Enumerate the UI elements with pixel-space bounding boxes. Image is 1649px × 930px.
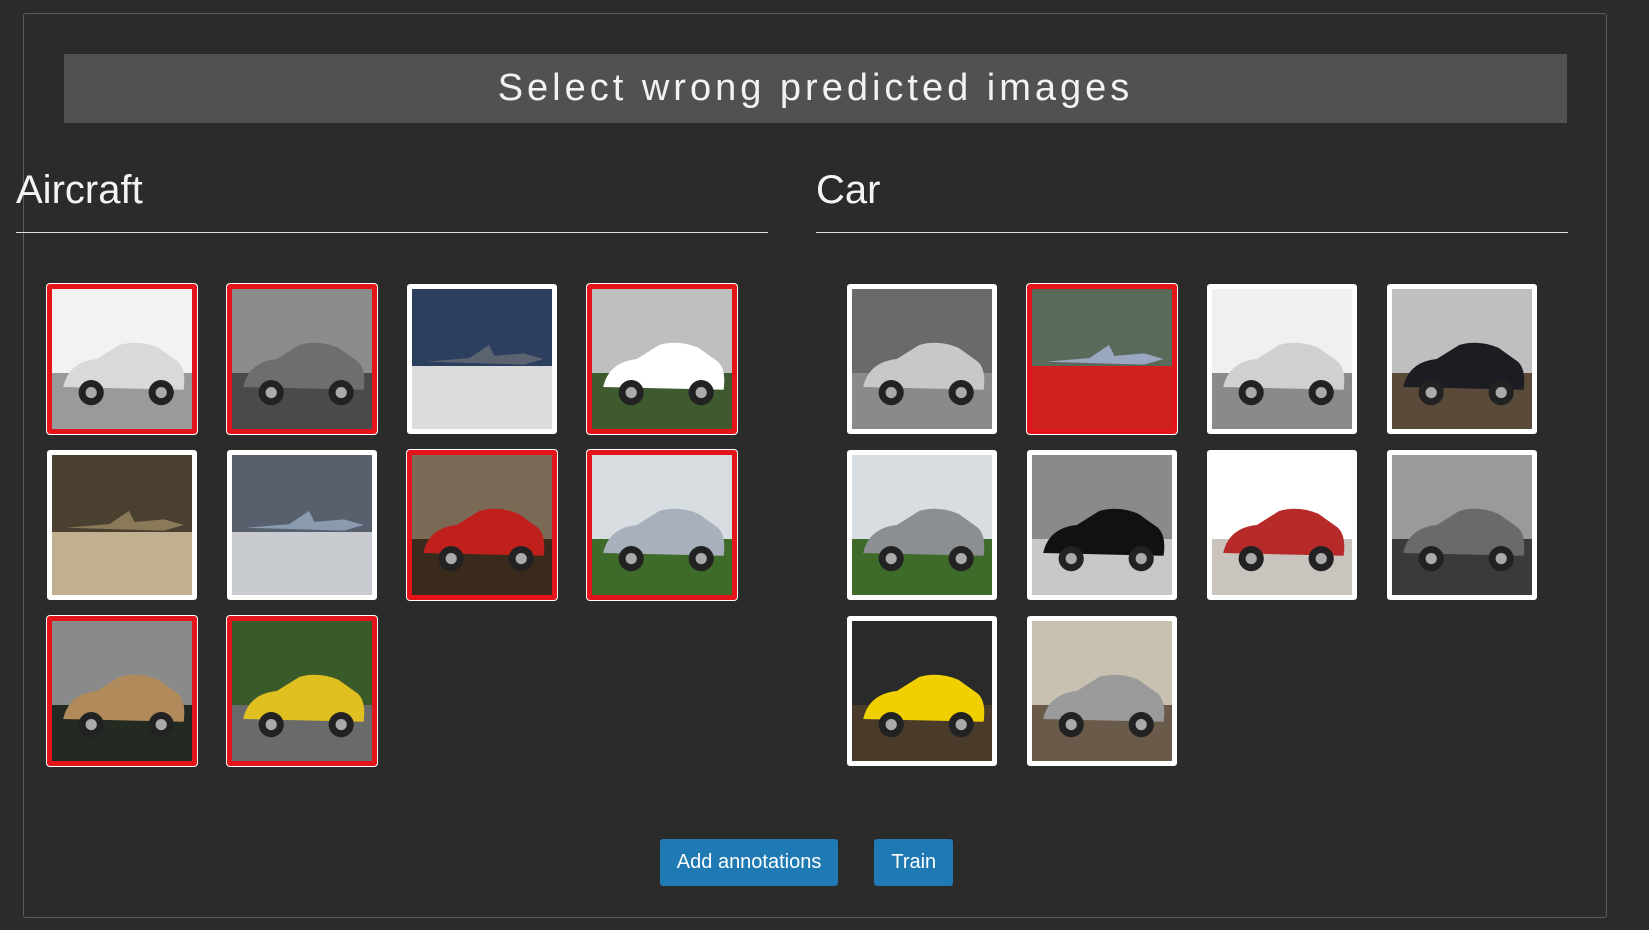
image-tile[interactable] [227, 450, 377, 600]
image-tile[interactable] [1027, 450, 1177, 600]
aircraft-column: Aircraft [16, 160, 768, 766]
train-button[interactable]: Train [874, 839, 954, 886]
aircraft-photo-icon [1032, 289, 1172, 429]
image-grid-car [847, 284, 1537, 766]
image-tile[interactable] [47, 284, 197, 434]
car-photo-icon [852, 455, 992, 595]
image-tile[interactable] [47, 450, 197, 600]
image-tile[interactable] [1027, 284, 1177, 434]
image-tile[interactable] [1207, 450, 1357, 600]
add-annotations-button[interactable]: Add annotations [659, 839, 839, 886]
image-tile[interactable] [1027, 616, 1177, 766]
car-photo-icon [852, 289, 992, 429]
car-column: Car [816, 160, 1568, 766]
car-photo-icon [852, 621, 992, 761]
image-tile[interactable] [407, 284, 557, 434]
car-photo-icon [52, 621, 192, 761]
image-grid-aircraft [47, 284, 737, 766]
car-photo-icon [592, 455, 732, 595]
image-tile[interactable] [1207, 284, 1357, 434]
car-photo-icon [1032, 455, 1172, 595]
car-photo-icon [52, 289, 192, 429]
car-photo-icon [1212, 455, 1352, 595]
aircraft-photo-icon [412, 289, 552, 429]
action-bar: Add annotations Train [0, 839, 1649, 886]
car-photo-icon [592, 289, 732, 429]
image-tile[interactable] [227, 284, 377, 434]
image-tile[interactable] [847, 284, 997, 434]
car-photo-icon [412, 455, 552, 595]
car-photo-icon [232, 621, 372, 761]
column-title-aircraft: Aircraft [16, 160, 768, 233]
image-tile[interactable] [587, 450, 737, 600]
image-tile[interactable] [847, 616, 997, 766]
image-tile[interactable] [227, 616, 377, 766]
image-tile[interactable] [1387, 450, 1537, 600]
column-title-car: Car [816, 160, 1568, 233]
aircraft-photo-icon [52, 455, 192, 595]
image-tile[interactable] [1387, 284, 1537, 434]
car-photo-icon [1032, 621, 1172, 761]
car-photo-icon [1392, 455, 1532, 595]
page-title: Select wrong predicted images [64, 54, 1567, 123]
image-tile[interactable] [407, 450, 557, 600]
image-tile[interactable] [47, 616, 197, 766]
aircraft-photo-icon [232, 455, 372, 595]
image-tile[interactable] [587, 284, 737, 434]
car-photo-icon [1212, 289, 1352, 429]
car-photo-icon [1392, 289, 1532, 429]
car-photo-icon [232, 289, 372, 429]
image-tile[interactable] [847, 450, 997, 600]
